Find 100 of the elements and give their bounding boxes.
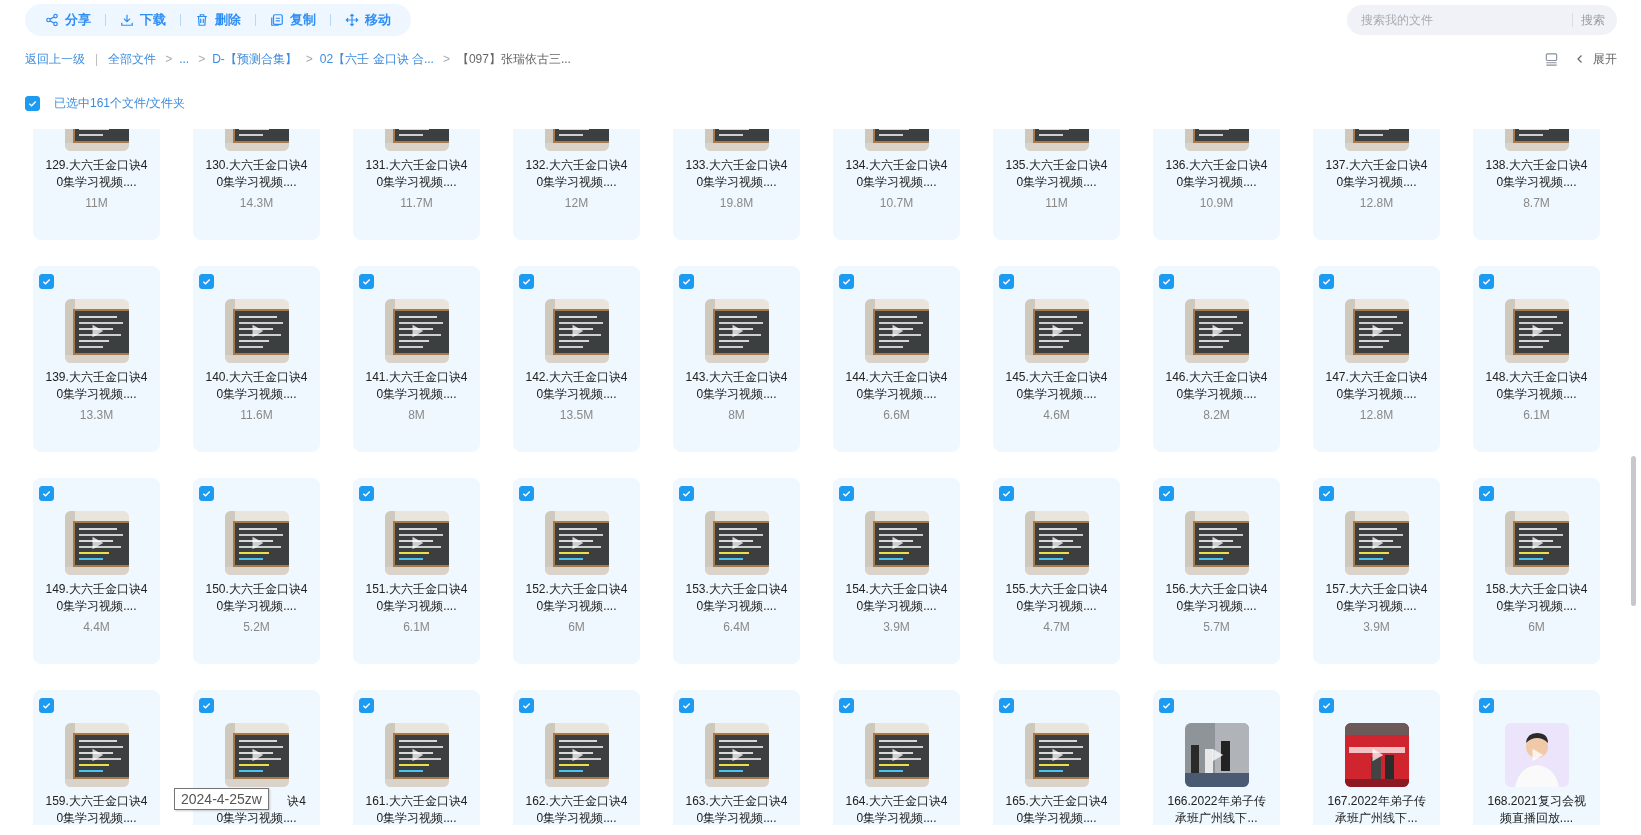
file-name-line: 0集学习视频.... bbox=[536, 386, 617, 403]
checkmark-icon bbox=[521, 488, 532, 499]
file-card[interactable]: 165.大六壬金口诀4 0集学习视频.... bbox=[993, 690, 1120, 825]
file-card[interactable]: 168.2021复习会视 频直播回放.... bbox=[1473, 690, 1600, 825]
file-checkbox[interactable] bbox=[359, 274, 374, 289]
file-checkbox[interactable] bbox=[1159, 698, 1174, 713]
checkmark-icon bbox=[681, 700, 692, 711]
file-card[interactable]: 131.大六壬金口诀4 0集学习视频.... 11.7M bbox=[353, 129, 480, 240]
file-checkbox[interactable] bbox=[359, 698, 374, 713]
checkmark-icon bbox=[361, 700, 372, 711]
file-card[interactable]: 154.大六壬金口诀4 0集学习视频.... 3.9M bbox=[833, 478, 960, 664]
file-checkbox[interactable] bbox=[39, 698, 54, 713]
file-card[interactable]: 151.大六壬金口诀4 0集学习视频.... 6.1M bbox=[353, 478, 480, 664]
file-card[interactable]: 166.2022年弟子传 承班广州线下... bbox=[1153, 690, 1280, 825]
file-card[interactable]: 156.大六壬金口诀4 0集学习视频.... 5.7M bbox=[1153, 478, 1280, 664]
file-card[interactable]: 130.大六壬金口诀4 0集学习视频.... 14.3M bbox=[193, 129, 320, 240]
file-card[interactable]: 150.大六壬金口诀4 0集学习视频.... 5.2M bbox=[193, 478, 320, 664]
file-card[interactable]: 139.大六壬金口诀4 0集学习视频.... 13.3M bbox=[33, 266, 160, 452]
breadcrumb-item[interactable]: 02【六壬 金口诀 合... bbox=[319, 50, 434, 68]
file-checkbox[interactable] bbox=[1319, 698, 1334, 713]
breadcrumb-item[interactable]: 全部文件 bbox=[108, 50, 157, 68]
checkmark-icon bbox=[201, 488, 212, 499]
file-checkbox[interactable] bbox=[679, 274, 694, 289]
file-checkbox[interactable] bbox=[679, 698, 694, 713]
file-card[interactable]: 147.大六壬金口诀4 0集学习视频.... 12.8M bbox=[1313, 266, 1440, 452]
file-checkbox[interactable] bbox=[1319, 486, 1334, 501]
checkmark-icon bbox=[1001, 276, 1012, 287]
file-checkbox[interactable] bbox=[839, 698, 854, 713]
file-card[interactable]: 136.大六壬金口诀4 0集学习视频.... 10.9M bbox=[1153, 129, 1280, 240]
file-card[interactable]: 153.大六壬金口诀4 0集学习视频.... 6.4M bbox=[673, 478, 800, 664]
file-checkbox[interactable] bbox=[999, 698, 1014, 713]
file-checkbox[interactable] bbox=[199, 698, 214, 713]
file-card[interactable]: 158.大六壬金口诀4 0集学习视频.... 6M bbox=[1473, 478, 1600, 664]
file-card[interactable]: 162.大六壬金口诀4 0集学习视频.... bbox=[513, 690, 640, 825]
file-name-line: 0集学习视频.... bbox=[376, 810, 457, 825]
file-card[interactable]: 138.大六壬金口诀4 0集学习视频.... 8.7M bbox=[1473, 129, 1600, 240]
file-card[interactable]: 163.大六壬金口诀4 0集学习视频.... bbox=[673, 690, 800, 825]
file-checkbox[interactable] bbox=[999, 274, 1014, 289]
file-checkbox[interactable] bbox=[679, 486, 694, 501]
file-checkbox[interactable] bbox=[519, 486, 534, 501]
file-card[interactable]: 144.大六壬金口诀4 0集学习视频.... 6.6M bbox=[833, 266, 960, 452]
file-card[interactable]: 135.大六壬金口诀4 0集学习视频.... 11M bbox=[993, 129, 1120, 240]
file-checkbox[interactable] bbox=[39, 274, 54, 289]
file-name-line: 0集学习视频.... bbox=[696, 598, 777, 615]
file-name-line: 134.大六壬金口诀4 bbox=[845, 157, 948, 174]
select-all-checkbox[interactable] bbox=[25, 95, 40, 111]
file-card[interactable]: 141.大六壬金口诀4 0集学习视频.... 8M bbox=[353, 266, 480, 452]
breadcrumb-item[interactable]: D-【预测合集】 bbox=[212, 50, 297, 68]
file-card[interactable]: 167.2022年弟子传 承班广州线下... bbox=[1313, 690, 1440, 825]
file-checkbox[interactable] bbox=[519, 698, 534, 713]
file-checkbox[interactable] bbox=[39, 486, 54, 501]
file-name-line: 142.大六壬金口诀4 bbox=[525, 369, 628, 386]
file-name-line: 144.大六壬金口诀4 bbox=[845, 369, 948, 386]
file-size: 12.8M bbox=[1359, 407, 1394, 424]
view-mode-icon[interactable] bbox=[1544, 51, 1559, 67]
file-checkbox[interactable] bbox=[1479, 698, 1494, 713]
file-name-line: 166.2022年弟子传 bbox=[1167, 793, 1266, 810]
file-name-line: 0集学习视频.... bbox=[376, 174, 457, 191]
breadcrumb-separator: > bbox=[305, 52, 313, 66]
file-checkbox[interactable] bbox=[1319, 274, 1334, 289]
scrollbar[interactable] bbox=[1631, 456, 1636, 606]
file-checkbox[interactable] bbox=[1159, 486, 1174, 501]
file-card[interactable]: 161.大六壬金口诀4 0集学习视频.... bbox=[353, 690, 480, 825]
file-checkbox[interactable] bbox=[1159, 274, 1174, 289]
file-name-line: 132.大六壬金口诀4 bbox=[525, 157, 628, 174]
file-card[interactable]: 148.大六壬金口诀4 0集学习视频.... 6.1M bbox=[1473, 266, 1600, 452]
file-checkbox[interactable] bbox=[519, 274, 534, 289]
file-checkbox[interactable] bbox=[1479, 274, 1494, 289]
file-card[interactable]: 145.大六壬金口诀4 0集学习视频.... 4.6M bbox=[993, 266, 1120, 452]
expand-button[interactable]: 展开 bbox=[1575, 50, 1617, 68]
file-card[interactable]: 129.大六壬金口诀4 0集学习视频.... 11M bbox=[33, 129, 160, 240]
file-checkbox[interactable] bbox=[199, 274, 214, 289]
download-icon bbox=[120, 13, 134, 27]
file-card[interactable]: 146.大六壬金口诀4 0集学习视频.... 8.2M bbox=[1153, 266, 1280, 452]
file-card[interactable]: 152.大六壬金口诀4 0集学习视频.... 6M bbox=[513, 478, 640, 664]
checkmark-icon bbox=[681, 276, 692, 287]
file-name-line: 0集学习视频.... bbox=[1336, 174, 1417, 191]
checkmark-icon bbox=[841, 276, 852, 287]
file-card[interactable]: 155.大六壬金口诀4 0集学习视频.... 4.7M bbox=[993, 478, 1120, 664]
file-checkbox[interactable] bbox=[839, 274, 854, 289]
file-card[interactable]: 134.大六壬金口诀4 0集学习视频.... 10.7M bbox=[833, 129, 960, 240]
file-checkbox[interactable] bbox=[359, 486, 374, 501]
file-checkbox[interactable] bbox=[199, 486, 214, 501]
file-card[interactable]: 159.大六壬金口诀4 0集学习视频.... bbox=[33, 690, 160, 825]
file-checkbox[interactable] bbox=[999, 486, 1014, 501]
breadcrumb-item[interactable]: 【097】张瑞依古三... bbox=[456, 50, 571, 68]
file-checkbox[interactable] bbox=[1479, 486, 1494, 501]
breadcrumb-item[interactable]: ... bbox=[179, 52, 190, 66]
file-card[interactable]: 149.大六壬金口诀4 0集学习视频.... 4.4M bbox=[33, 478, 160, 664]
file-card[interactable]: 137.大六壬金口诀4 0集学习视频.... 12.8M bbox=[1313, 129, 1440, 240]
file-card[interactable]: 164.大六壬金口诀4 0集学习视频.... bbox=[833, 690, 960, 825]
file-card[interactable]: 133.大六壬金口诀4 0集学习视频.... 19.8M bbox=[673, 129, 800, 240]
file-checkbox[interactable] bbox=[839, 486, 854, 501]
back-link[interactable]: 返回上一级 bbox=[25, 50, 85, 68]
file-card[interactable]: 140.大六壬金口诀4 0集学习视频.... 11.6M bbox=[193, 266, 320, 452]
file-card[interactable]: 142.大六壬金口诀4 0集学习视频.... 13.5M bbox=[513, 266, 640, 452]
file-card[interactable]: 132.大六壬金口诀4 0集学习视频.... 12M bbox=[513, 129, 640, 240]
file-card[interactable]: 143.大六壬金口诀4 0集学习视频.... 8M bbox=[673, 266, 800, 452]
file-name-line: 0集学习视频.... bbox=[856, 386, 937, 403]
file-card[interactable]: 157.大六壬金口诀4 0集学习视频.... 3.9M bbox=[1313, 478, 1440, 664]
